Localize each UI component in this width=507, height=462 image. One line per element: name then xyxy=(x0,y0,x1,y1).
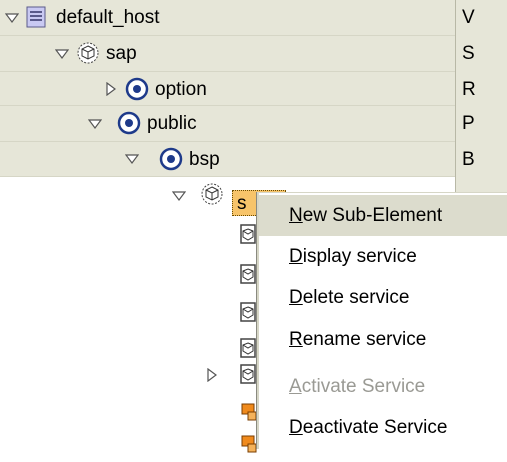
tree-node-label[interactable]: bsp xyxy=(189,142,220,177)
menu-item-label: ename service xyxy=(302,329,427,350)
collapse-triangle-icon[interactable] xyxy=(172,189,186,203)
tree-row[interactable] xyxy=(0,106,455,141)
active-service-icon xyxy=(117,111,141,135)
menu-item-deactivate-service[interactable]: Deactivate Service xyxy=(259,407,507,448)
menu-item-mnemonic: A xyxy=(289,376,302,397)
service-node-icon xyxy=(238,362,258,386)
tree-node-description: P xyxy=(462,113,475,134)
menu-item-mnemonic: N xyxy=(289,205,303,226)
menu-item-label: eactivate Service xyxy=(302,417,448,438)
service-node-icon xyxy=(238,336,258,360)
collapse-triangle-icon[interactable] xyxy=(55,47,69,61)
menu-item-new-sub-element[interactable]: New Sub-Element xyxy=(259,195,507,236)
menu-item-rename-service[interactable]: Rename service xyxy=(259,319,507,360)
host-icon xyxy=(24,5,48,29)
service-node-icon xyxy=(238,222,258,246)
column-divider xyxy=(455,0,456,210)
expand-triangle-icon[interactable] xyxy=(104,82,118,96)
expand-triangle-icon[interactable] xyxy=(205,368,219,382)
service-node-icon xyxy=(238,300,258,324)
service-node-icon xyxy=(238,262,258,286)
collapse-triangle-icon[interactable] xyxy=(125,152,139,166)
menu-item-label: elete service xyxy=(302,287,410,308)
menu-item-label: ew Sub-Element xyxy=(302,205,443,226)
collapse-triangle-icon[interactable] xyxy=(88,117,102,131)
active-service-icon xyxy=(125,77,149,101)
tree-node-label[interactable]: default_host xyxy=(56,0,160,35)
tree-node-description: R xyxy=(462,79,476,100)
tree-node-label[interactable]: sap xyxy=(106,36,137,71)
menu-item-label: isplay service xyxy=(302,246,417,267)
menu-item-mnemonic: D xyxy=(289,246,303,267)
menu-item-mnemonic: R xyxy=(289,329,303,350)
menu-item-delete-service[interactable]: Delete service xyxy=(259,277,507,318)
menu-item-mnemonic: D xyxy=(289,417,303,438)
collapse-triangle-icon[interactable] xyxy=(5,11,19,25)
menu-item-display-service[interactable]: Display service xyxy=(259,236,507,277)
tree-row[interactable] xyxy=(0,72,455,107)
menu-item-label: ctivate Service xyxy=(301,376,426,397)
active-service-icon xyxy=(159,147,183,171)
tree-node-description: B xyxy=(462,149,475,170)
tree-node-label[interactable]: public xyxy=(147,106,197,141)
service-node-icon xyxy=(200,182,224,206)
context-menu: New Sub-Element Display service Delete s… xyxy=(257,192,507,449)
tree-node-description: V xyxy=(462,7,475,28)
menu-item-activate-service: Activate Service xyxy=(259,366,507,407)
menu-item-mnemonic: D xyxy=(289,287,303,308)
tree-node-label[interactable]: option xyxy=(155,72,207,107)
service-node-icon xyxy=(76,41,100,65)
tree-node-description: S xyxy=(462,43,475,64)
tree-row[interactable] xyxy=(0,142,455,177)
